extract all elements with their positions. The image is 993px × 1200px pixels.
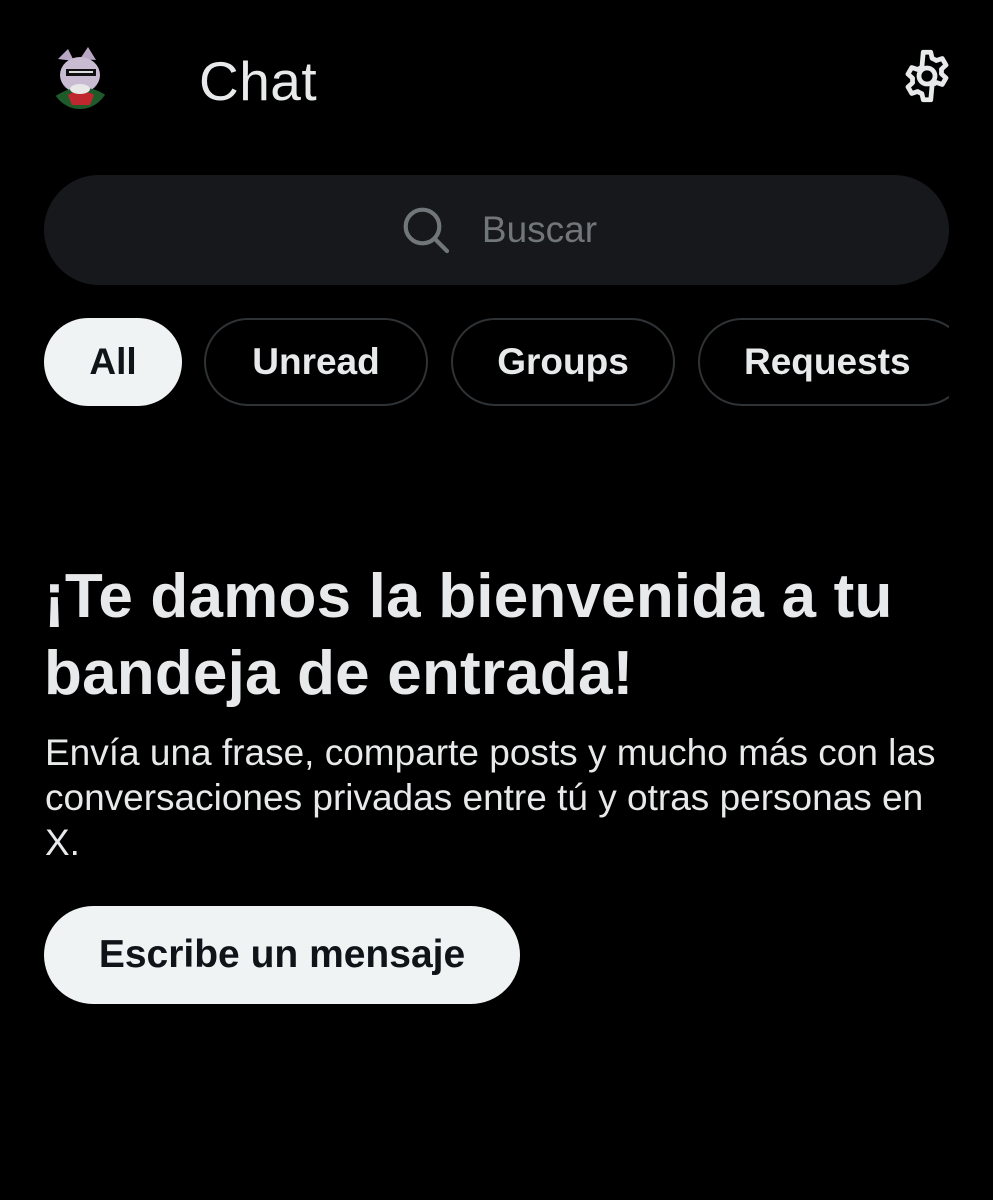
settings-button[interactable] (893, 42, 961, 110)
filter-unread[interactable]: Unread (204, 318, 428, 406)
gear-icon (905, 49, 949, 103)
search-placeholder: Buscar (481, 209, 598, 250)
welcome-description: Envía una frase, comparte posts y mucho … (45, 732, 936, 863)
filter-requests[interactable]: Requests (698, 318, 949, 406)
write-message-button[interactable]: Escribe un mensaje (44, 906, 520, 1004)
page-title: Chat (199, 50, 318, 112)
avatar-image (50, 45, 110, 109)
filter-tabs: All Unread Groups Requests (44, 318, 949, 410)
search-input[interactable]: Buscar (44, 175, 949, 285)
welcome-heading: ¡Te damos la bienvenida a tu bandeja de … (44, 562, 893, 708)
filter-all[interactable]: All (44, 318, 182, 406)
filter-groups[interactable]: Groups (451, 318, 675, 406)
user-avatar[interactable] (50, 45, 110, 109)
search-icon (396, 200, 456, 260)
top-app-bar: Chat (0, 0, 993, 160)
